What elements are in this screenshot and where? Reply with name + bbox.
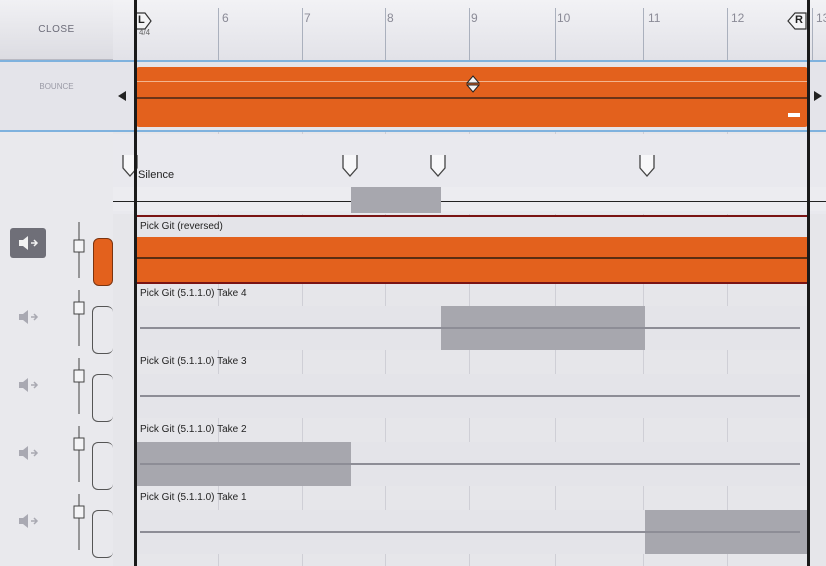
range-start-line[interactable] — [134, 0, 137, 566]
marker-lane: Silence — [113, 134, 826, 214]
take-bracket — [92, 442, 113, 490]
marker-baseline — [113, 201, 826, 202]
track-controls — [0, 488, 113, 558]
speaker-icon[interactable] — [10, 228, 46, 258]
track-controls — [0, 216, 113, 286]
bar-line — [218, 8, 219, 60]
take-bracket — [92, 374, 113, 422]
bar-line — [385, 8, 386, 60]
bar-number-13: 13 — [816, 11, 826, 25]
timeline-ruler[interactable]: 6 7 8 9 10 11 12 13 L 4/4 R — [113, 0, 826, 61]
marker-icon[interactable] — [638, 154, 656, 178]
clip-label: Pick Git (5.1.1.0) Take 1 — [140, 492, 247, 503]
bar-line — [469, 8, 470, 60]
track-controls — [0, 352, 113, 422]
arrow-right-icon[interactable] — [813, 89, 823, 101]
volume-fader[interactable] — [70, 424, 88, 484]
waveform — [140, 463, 800, 465]
clip-label: Pick Git (5.1.1.0) Take 4 — [140, 288, 247, 299]
bar-number-12: 12 — [731, 11, 745, 25]
clip-label: Pick Git (5.1.1.0) Take 3 — [140, 356, 247, 367]
speaker-icon[interactable] — [10, 302, 46, 332]
clip-header — [136, 217, 808, 237]
take-bracket — [92, 306, 113, 354]
volume-fader[interactable] — [70, 220, 88, 280]
time-signature: 4/4 — [139, 28, 151, 37]
marker-sublane — [113, 187, 826, 211]
clip-label: Pick Git (5.1.1.0) Take 2 — [140, 424, 247, 435]
bar-number-11: 11 — [648, 11, 661, 25]
up-down-arrow-icon[interactable] — [465, 75, 481, 93]
right-locator[interactable]: R — [787, 12, 807, 30]
track-controls — [0, 284, 113, 354]
speaker-icon[interactable] — [10, 370, 46, 400]
clip-label: Pick Git (reversed) — [140, 221, 223, 232]
selected-clip[interactable]: Pick Git (reversed) — [134, 215, 810, 284]
bar-line — [555, 8, 556, 60]
marker-icon[interactable] — [341, 154, 359, 178]
track-row: Pick Git (5.1.1.0) Take 1 — [0, 488, 826, 558]
range-end-line[interactable] — [807, 0, 810, 566]
silence-region[interactable] — [351, 187, 441, 213]
bar-number-7: 7 — [304, 11, 311, 25]
track-row: Pick Git (5.1.1.0) Take 4 — [0, 284, 826, 354]
waveform — [140, 395, 800, 397]
bar-number-10: 10 — [557, 11, 571, 25]
waveform — [136, 97, 808, 99]
track-row: Pick Git (5.1.1.0) Take 3 — [0, 352, 826, 422]
track-controls — [0, 420, 113, 490]
take-bracket — [92, 510, 113, 558]
volume-fader[interactable] — [70, 356, 88, 416]
volume-fader[interactable] — [70, 288, 88, 348]
track-selector[interactable] — [93, 238, 113, 286]
bar-line — [727, 8, 728, 60]
bar-number-8: 8 — [387, 11, 394, 25]
left-locator-label: L — [138, 14, 145, 26]
bar-number-9: 9 — [471, 11, 478, 25]
bar-number-6: 6 — [222, 11, 229, 25]
track-row: Pick Git (5.1.1.0) Take 2 — [0, 420, 826, 490]
speaker-icon[interactable] — [10, 506, 46, 536]
marker-label: Silence — [138, 169, 175, 181]
volume-fader[interactable] — [70, 492, 88, 552]
bar-line — [302, 8, 303, 60]
close-button[interactable]: CLOSE — [0, 0, 113, 60]
right-locator-label: R — [795, 14, 803, 26]
bar-line — [812, 8, 813, 60]
bounce-handle[interactable] — [788, 113, 800, 117]
speaker-icon[interactable] — [10, 438, 46, 468]
waveform — [136, 257, 808, 259]
bounce-region[interactable] — [136, 67, 808, 127]
waveform — [140, 327, 800, 329]
arrow-left-icon[interactable] — [117, 89, 127, 101]
marker-icon[interactable] — [429, 154, 447, 178]
waveform — [140, 531, 800, 533]
bar-line — [643, 8, 644, 60]
bounce-button[interactable]: BOUNCE — [0, 60, 113, 132]
